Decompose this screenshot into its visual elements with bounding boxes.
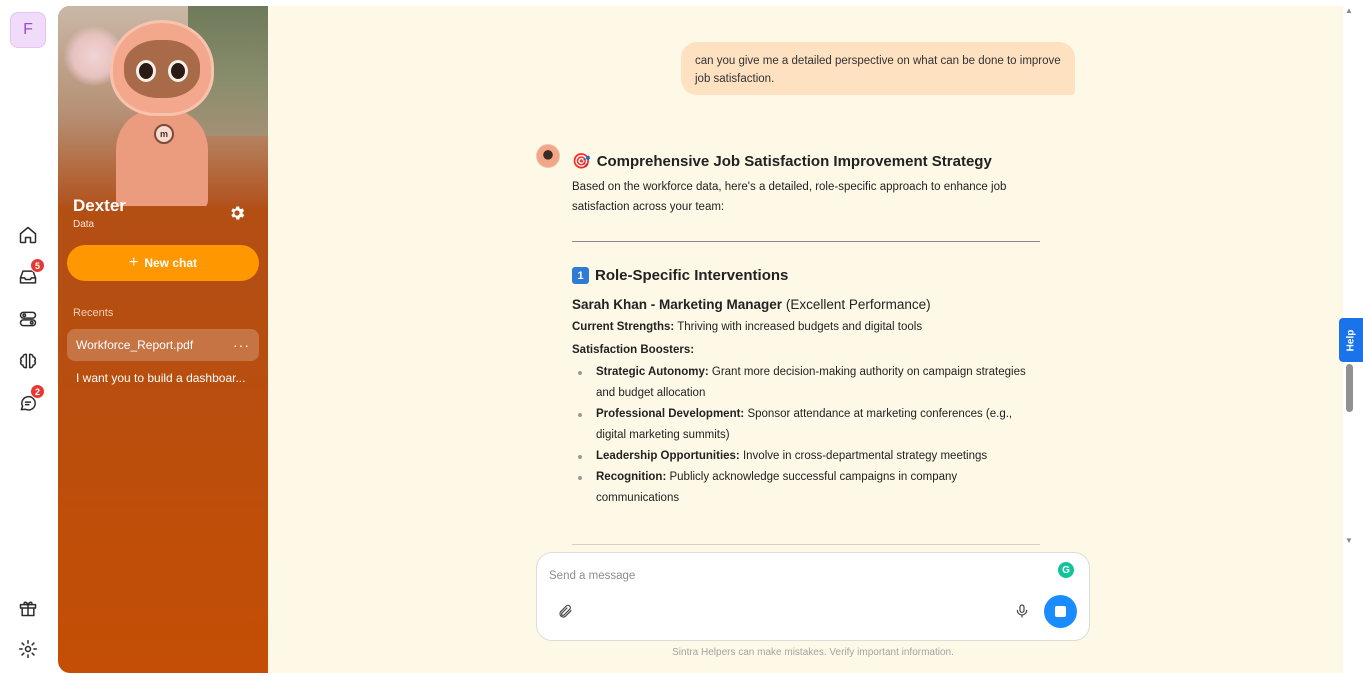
strengths-text: Thriving with increased budgets and digi… <box>677 321 923 333</box>
employee-name: Sarah Khan - Marketing Manager <box>572 297 783 312</box>
booster-label: Professional Development: <box>596 408 745 420</box>
section-divider <box>572 544 1040 545</box>
employee-heading: Sarah Khan - Marketing Manager (Excellen… <box>572 297 1042 312</box>
user-message: can you give me a detailed perspective o… <box>681 42 1075 95</box>
section-heading-text: Role-Specific Interventions <box>595 267 789 284</box>
help-tab[interactable]: Help <box>1339 318 1363 362</box>
booster-text: Involve in cross-departmental strategy m… <box>742 450 988 462</box>
recent-item-dashboard[interactable]: I want you to build a dashboar... <box>67 362 259 394</box>
message-composer: G <box>536 552 1090 641</box>
stop-generation-button[interactable] <box>1044 595 1077 628</box>
scrollbar-thumb[interactable] <box>1346 364 1353 412</box>
app-window: F 5 2 m Dexter Data + New chat Recents W… <box>0 0 1363 680</box>
new-chat-label: New chat <box>144 256 198 270</box>
boosters-list: Strategic Autonomy: Grant more decision-… <box>572 362 1042 509</box>
recent-item-workforce-report[interactable]: Workforce_Report.pdf ··· <box>67 329 259 361</box>
agent-sidebar: m Dexter Data + New chat Recents Workfor… <box>58 6 268 673</box>
scroll-up-icon[interactable]: ▲ <box>1345 6 1353 15</box>
home-button[interactable] <box>15 222 41 248</box>
number-one-icon: 1 <box>572 267 589 284</box>
help-label: Help <box>1345 329 1357 351</box>
recent-item-label: I want you to build a dashboar... <box>76 371 246 385</box>
integrations-button[interactable] <box>15 306 41 332</box>
paperclip-icon <box>559 604 572 618</box>
inbox-badge: 5 <box>30 258 45 273</box>
disclaimer-text: Sintra Helpers can make mistakes. Verify… <box>672 647 954 658</box>
assistant-answer: 🎯 Comprehensive Job Satisfaction Improve… <box>572 152 1042 509</box>
answer-title-text: Comprehensive Job Satisfaction Improveme… <box>596 152 992 170</box>
agent-name: Dexter <box>73 196 126 215</box>
booster-label: Leadership Opportunities: <box>596 450 740 462</box>
inbox-button[interactable]: 5 <box>15 258 45 290</box>
list-item: Recognition: Publicly acknowledge succes… <box>572 467 1042 509</box>
list-item: Professional Development: Sponsor attend… <box>572 404 1042 446</box>
stop-icon <box>1055 606 1066 617</box>
astronaut-logo-icon: m <box>154 124 174 144</box>
gear-icon <box>18 639 38 659</box>
settings-button[interactable] <box>15 636 41 662</box>
gift-button[interactable] <box>15 595 41 621</box>
toggles-icon <box>19 311 37 327</box>
gift-icon <box>19 601 37 617</box>
boosters-heading: Satisfaction Boosters: <box>572 344 695 356</box>
booster-label: Strategic Autonomy: <box>596 366 709 378</box>
agent-hero-image: m <box>58 6 268 206</box>
grammarly-icon[interactable]: G <box>1058 562 1074 578</box>
user-avatar[interactable]: F <box>10 12 46 48</box>
agent-role: Data <box>73 219 95 230</box>
attach-button[interactable] <box>557 603 575 621</box>
recents-heading: Recents <box>73 307 114 319</box>
home-icon <box>19 226 37 244</box>
booster-label: Recognition: <box>596 471 667 483</box>
brain-button[interactable] <box>15 348 41 374</box>
agent-settings-button[interactable] <box>226 202 248 224</box>
strengths-label: Current Strengths: <box>572 321 675 333</box>
message-input[interactable] <box>549 567 1039 585</box>
chats-badge: 2 <box>30 384 45 399</box>
left-rail: F 5 2 <box>0 0 58 680</box>
list-item: Strategic Autonomy: Grant more decision-… <box>572 362 1042 404</box>
microphone-button[interactable] <box>1014 603 1032 621</box>
gear-icon <box>231 206 245 220</box>
microphone-icon <box>1016 604 1028 618</box>
more-options-icon[interactable]: ··· <box>233 337 250 353</box>
current-strengths: Current Strengths: Thriving with increas… <box>572 321 1042 333</box>
answer-intro: Based on the workforce data, here's a de… <box>572 181 1007 213</box>
recent-item-label: Workforce_Report.pdf <box>76 338 194 352</box>
section-heading: 1 Role-Specific Interventions <box>572 267 1042 284</box>
plus-icon: + <box>128 254 139 271</box>
answer-title: 🎯 Comprehensive Job Satisfaction Improve… <box>572 152 1042 171</box>
new-chat-button[interactable]: + New chat <box>67 245 259 281</box>
agent-avatar <box>536 144 560 168</box>
chat-scrollbar[interactable]: ▲ ▼ <box>1343 6 1357 550</box>
brain-icon <box>19 353 37 369</box>
section-divider <box>572 241 1040 242</box>
target-icon: 🎯 <box>572 153 591 170</box>
list-item: Leadership Opportunities: Involve in cro… <box>572 446 1042 467</box>
scroll-down-icon[interactable]: ▼ <box>1345 536 1353 545</box>
chats-button[interactable]: 2 <box>15 384 45 416</box>
employee-note: (Excellent Performance) <box>785 297 931 312</box>
